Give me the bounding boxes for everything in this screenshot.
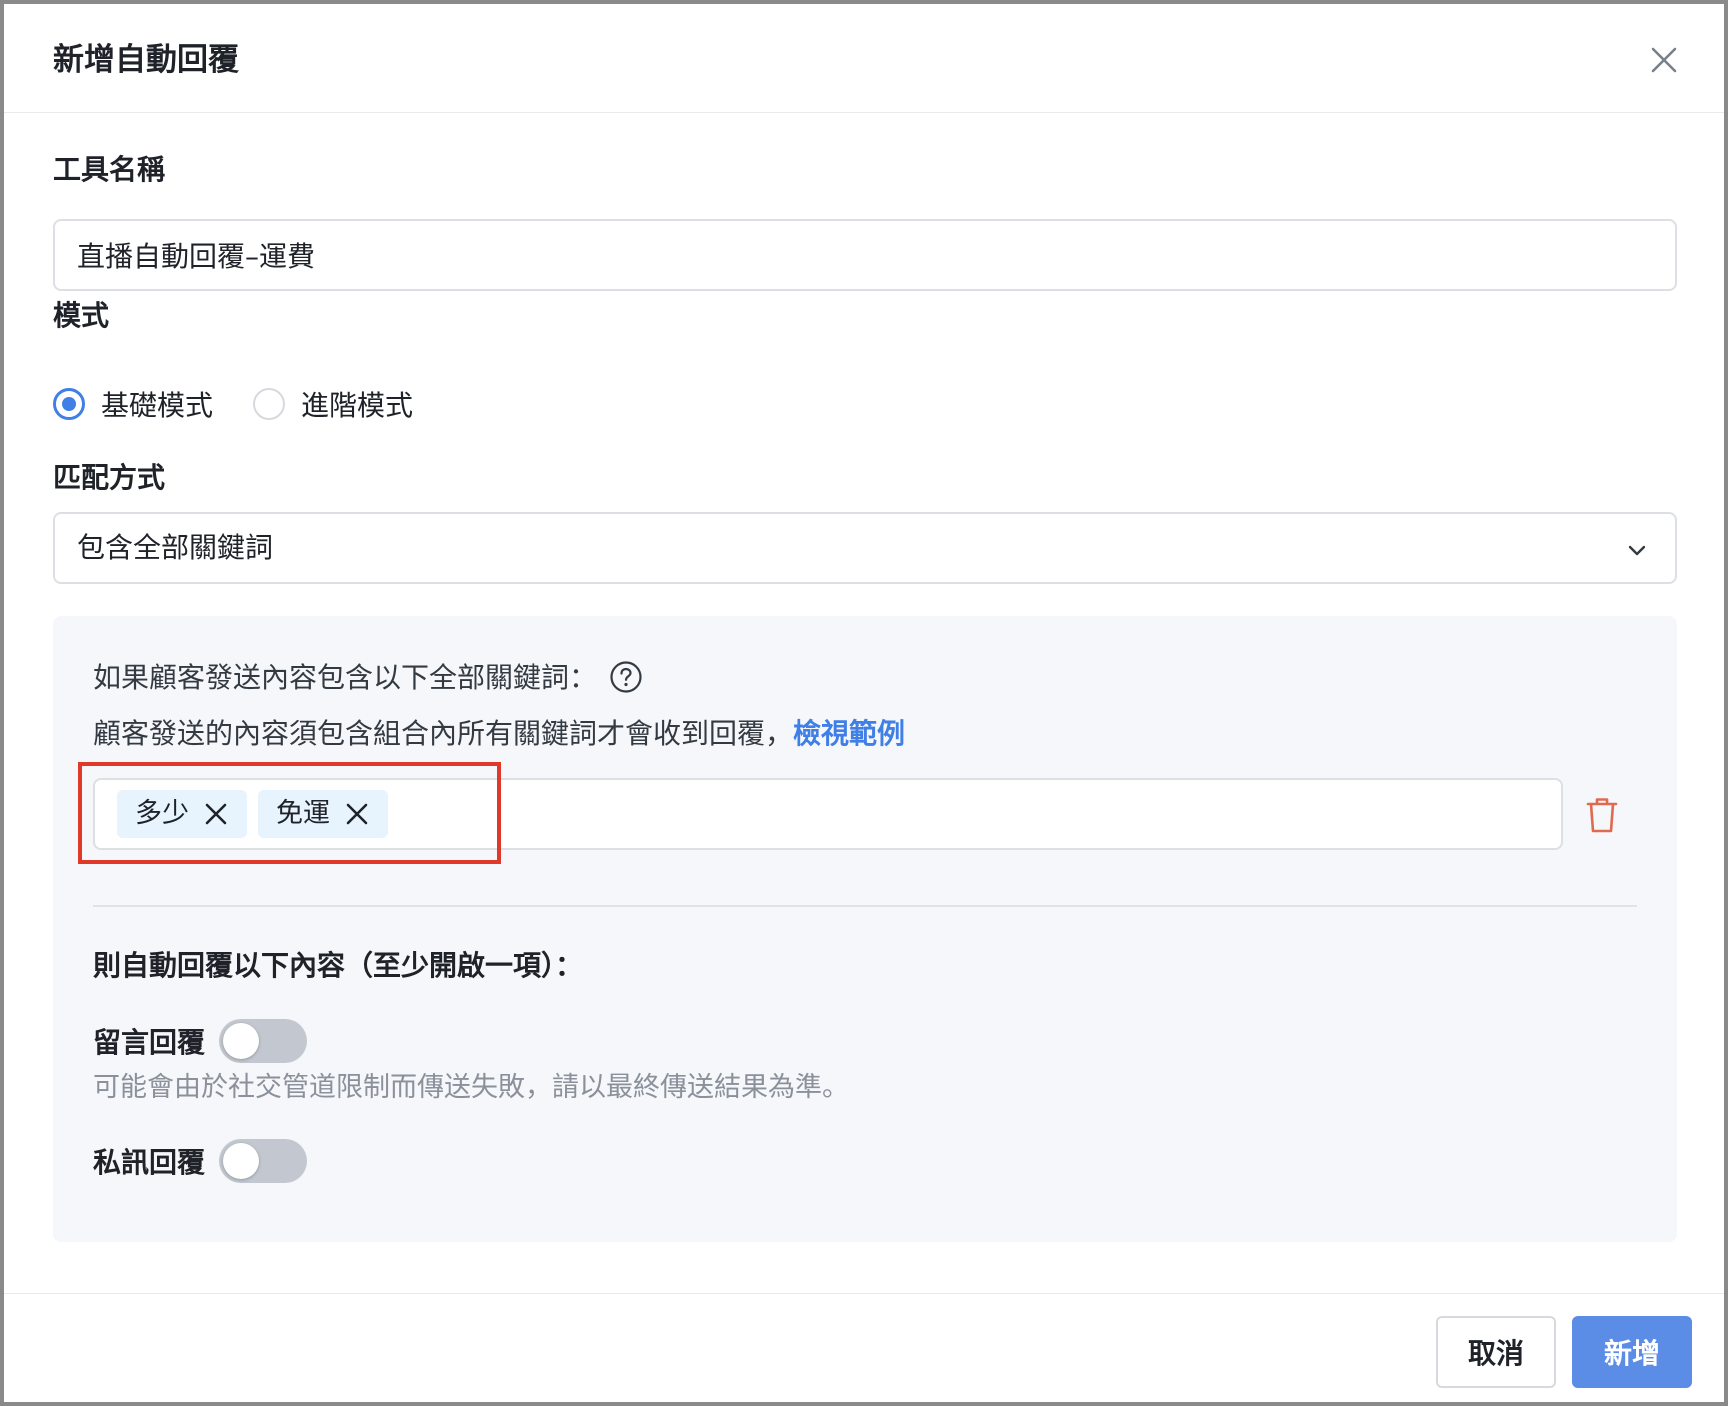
keyword-condition-text: 如果顧客發送內容包含以下全部關鍵詞： <box>93 661 598 694</box>
dm-reply-row: 私訊回覆 <box>93 1139 308 1183</box>
add-button[interactable]: 新增 <box>1572 1316 1692 1388</box>
radio-checked-indicator <box>53 388 85 420</box>
auto-reply-dialog: 新增自動回覆 工具名稱 模式 基礎模式 進階模式 匹配方式 包含全部關鍵詞 如果… <box>4 4 1724 1402</box>
mode-label: 模式 <box>53 299 110 332</box>
match-method-select[interactable]: 包含全部關鍵詞 <box>53 512 1677 584</box>
keyword-tag-input[interactable]: 多少 免運 <box>93 778 1563 850</box>
comment-reply-hint: 可能會由於社交管道限制而傳送失敗，請以最終傳送結果為準。 <box>93 1072 849 1103</box>
match-method-value: 包含全部關鍵詞 <box>77 531 274 564</box>
dm-reply-label: 私訊回覆 <box>93 1146 206 1179</box>
keyword-description-text: 顧客發送的內容須包含組合內所有關鍵詞才會收到回覆， <box>93 717 794 750</box>
dialog-footer: 取消 新增 <box>4 1293 1724 1402</box>
keyword-description: 顧客發送的內容須包含組合內所有關鍵詞才會收到回覆，檢視範例 <box>93 716 905 752</box>
comment-reply-label: 留言回覆 <box>93 1026 206 1059</box>
radio-unchecked-indicator <box>253 388 285 420</box>
reply-section-title: 則自動回覆以下內容（至少開啟一項）： <box>93 949 584 982</box>
keyword-panel: 如果顧客發送內容包含以下全部關鍵詞： 顧客發送的內容須包含組合內所有關鍵詞才會收… <box>53 616 1677 1242</box>
cancel-button[interactable]: 取消 <box>1436 1316 1556 1388</box>
radio-advanced-mode[interactable]: 進階模式 <box>253 384 413 424</box>
keyword-tag-label: 多少 <box>135 798 189 829</box>
close-icon[interactable] <box>203 801 229 827</box>
dialog-header: 新增自動回覆 <box>4 4 1724 113</box>
trash-icon[interactable] <box>1585 796 1619 834</box>
view-example-link[interactable]: 檢視範例 <box>793 717 905 750</box>
keyword-tag: 多少 <box>117 790 247 838</box>
dialog-title: 新增自動回覆 <box>53 42 239 78</box>
match-method-label: 匹配方式 <box>53 461 166 494</box>
section-divider <box>93 905 1637 907</box>
radio-basic-mode[interactable]: 基礎模式 <box>53 384 213 424</box>
comment-reply-row: 留言回覆 <box>93 1019 308 1063</box>
close-icon[interactable] <box>1644 40 1684 80</box>
question-circle-icon[interactable] <box>609 660 643 694</box>
chevron-down-icon <box>1623 536 1651 564</box>
tool-name-label: 工具名稱 <box>53 153 166 186</box>
toggle-knob <box>223 1143 260 1179</box>
keyword-tag-label: 免運 <box>276 798 330 829</box>
dm-reply-toggle[interactable] <box>219 1139 308 1183</box>
radio-basic-mode-label: 基礎模式 <box>101 389 214 422</box>
comment-reply-toggle[interactable] <box>219 1019 308 1063</box>
radio-advanced-mode-label: 進階模式 <box>301 389 414 422</box>
keyword-tag: 免運 <box>258 790 388 838</box>
close-icon[interactable] <box>344 801 370 827</box>
toggle-knob <box>223 1023 260 1059</box>
tool-name-input[interactable] <box>53 219 1677 291</box>
